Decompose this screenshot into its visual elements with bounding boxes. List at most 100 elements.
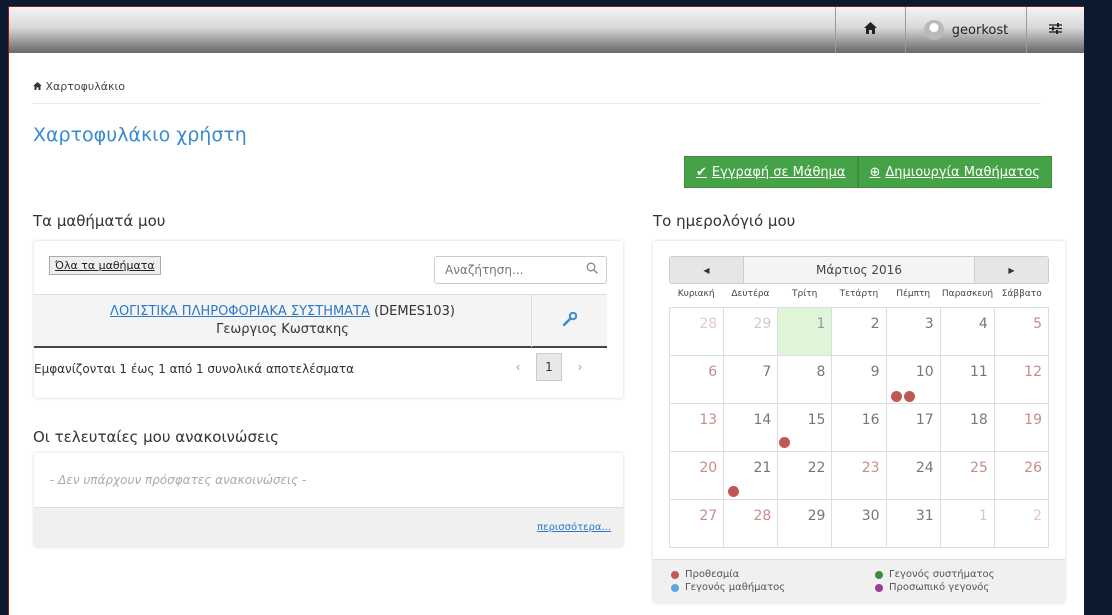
more-announcements-link[interactable]: περισσότερα... [537, 522, 611, 533]
calendar-week: 27 28 29 30 31 1 2 [670, 500, 1049, 548]
enroll-course-button[interactable]: ✔ Εγγραφή σε Μάθημα [684, 156, 858, 188]
calendar-day[interactable]: 31 [886, 500, 941, 548]
legend-personal-event-label: Προσωπικό γεγονός [889, 582, 990, 593]
home-icon [33, 80, 46, 93]
weekday-label: Κυριακή [677, 289, 715, 299]
weekday-label: Σάββατο [1001, 289, 1042, 299]
calendar-month: Μάρτιος 2016 [816, 263, 902, 277]
weekday-label: Τετάρτη [839, 289, 879, 299]
pager-page-1[interactable]: 1 [536, 353, 562, 381]
announcements-panel: - Δεν υπάρχουν πρόσφατες ανακοινώσεις - … [34, 453, 623, 547]
calendar-grid: Κυριακή Δευτέρα Τρίτη Τετάρτη Πέμπτη Παρ… [669, 289, 1049, 548]
calendar-day-today[interactable]: 1 [778, 308, 833, 356]
calendar-week: 28 29 1 2 3 4 5 [670, 308, 1049, 356]
course-settings-button[interactable] [531, 295, 607, 347]
calendar-day[interactable]: 8 [778, 356, 833, 404]
calendar-day[interactable]: 12 [994, 356, 1049, 404]
calendar-day[interactable]: 20 [670, 452, 725, 500]
all-courses-button[interactable]: Όλα τα μαθήματα [49, 256, 161, 275]
weekday-label: Πέμπτη [896, 289, 931, 299]
page-title: Χαρτοφυλάκιο χρήστη [33, 124, 247, 146]
pagination: ‹ 1 › [504, 353, 594, 381]
legend-deadline-label: Προθεσμία [685, 569, 740, 580]
caret-left-icon: ◀ [703, 265, 710, 275]
calendar-day[interactable]: 14 [724, 404, 779, 452]
breadcrumb-item-portfolio[interactable]: Χαρτοφυλάκιο [46, 80, 125, 93]
legend-deadline: Προθεσμία [671, 569, 739, 580]
top-navbar: georkost [9, 7, 1084, 53]
weekday-label: Δευτέρα [731, 289, 770, 299]
deadline-event-dot[interactable] [728, 486, 740, 497]
calendar-day-with-events[interactable]: 21 [724, 452, 779, 500]
calendar-day-number: 10 [915, 364, 934, 380]
deadline-event-dot[interactable] [779, 437, 791, 448]
calendar-day[interactable]: 2 [994, 500, 1049, 548]
plus-circle-icon: ⊕ [869, 164, 881, 180]
course-link[interactable]: ΛΟΓΙΣΤΙΚΑ ΠΛΗΡΟΦΟΡΙΑΚΑ ΣΥΣΤΗΜΑΤΑ [110, 304, 370, 319]
create-course-button[interactable]: ⊕ Δημιουργία Μαθήματος [857, 156, 1052, 188]
search-placeholder: Αναζήτηση... [445, 263, 524, 277]
pager-next[interactable]: › [566, 360, 594, 374]
calendar-day[interactable]: 18 [940, 404, 995, 452]
announcements-title: Οι τελευταίες μου ανακοινώσεις [33, 428, 279, 446]
calendar-week: 20 21 22 23 24 25 26 [670, 452, 1049, 500]
my-courses-title: Τα μαθήματά μου [33, 212, 166, 230]
calendar-day[interactable]: 24 [886, 452, 941, 500]
calendar-day-with-events[interactable]: 15 [778, 404, 833, 452]
calendar-day[interactable]: 11 [940, 356, 995, 404]
calendar-day-number: 15 [807, 412, 826, 428]
calendar-day[interactable]: 2 [832, 308, 887, 356]
calendar-next-button[interactable]: ▶ [974, 257, 1048, 283]
calendar-panel: ◀ Μάρτιος 2016 ▶ Κυριακή Δευτέρα Τρίτη Τ… [653, 241, 1065, 603]
settings-button[interactable] [1026, 7, 1084, 53]
calendar-day[interactable]: 28 [670, 308, 725, 356]
calendar-prev-button[interactable]: ◀ [670, 257, 744, 283]
deadline-event-dot[interactable] [903, 391, 915, 402]
calendar-day[interactable]: 26 [994, 452, 1049, 500]
main-content: Χαρτοφυλάκιο Χαρτοφυλάκιο χρήστη ✔ Εγγρα… [33, 53, 1065, 603]
calendar-day[interactable]: 16 [832, 404, 887, 452]
legend-system-event: Γεγονός συστήματος [875, 569, 995, 580]
enroll-course-label: Εγγραφή σε Μάθημα [711, 164, 846, 180]
calendar-day[interactable]: 29 [724, 308, 779, 356]
user-menu[interactable]: georkost [905, 7, 1026, 53]
announcements-footer: περισσότερα... [34, 507, 623, 547]
calendar-day[interactable]: 22 [778, 452, 833, 500]
table-row: ΛΟΓΙΣΤΙΚΑ ΠΛΗΡΟΦΟΡΙΑΚΑ ΣΥΣΤΗΜΑΤΑ (DEMES1… [34, 294, 607, 348]
calendar-day[interactable]: 6 [670, 356, 725, 404]
action-buttons: ✔ Εγγραφή σε Μάθημα ⊕ Δημιουργία Μαθήματ… [684, 156, 1052, 188]
calendar-day-with-events[interactable]: 10 [886, 356, 941, 404]
calendar-day[interactable]: 29 [778, 500, 833, 548]
my-calendar-title: Το ημερολόγιό μου [653, 212, 796, 230]
pager-prev[interactable]: ‹ [504, 360, 532, 374]
search-icon[interactable] [586, 262, 598, 278]
calendar-weeks: 28 29 1 2 3 4 5 6 7 8 9 10 11 12 13 14 1… [669, 307, 1049, 548]
calendar-nav: ◀ Μάρτιος 2016 ▶ [669, 256, 1049, 284]
calendar-day[interactable]: 17 [886, 404, 941, 452]
create-course-label: Δημιουργία Μαθήματος [885, 164, 1040, 180]
calendar-day[interactable]: 7 [724, 356, 779, 404]
calendar-day[interactable]: 4 [940, 308, 995, 356]
search-input[interactable]: Αναζήτηση... [434, 256, 607, 284]
personal-event-dot-icon [875, 583, 883, 592]
calendar-weekdays: Κυριακή Δευτέρα Τρίτη Τετάρτη Πέμπτη Παρ… [669, 289, 1049, 307]
calendar-day[interactable]: 27 [670, 500, 725, 548]
calendar-day[interactable]: 1 [940, 500, 995, 548]
system-event-dot-icon [875, 570, 883, 579]
calendar-day[interactable]: 25 [940, 452, 995, 500]
calendar-day[interactable]: 19 [994, 404, 1049, 452]
calendar-day[interactable]: 5 [994, 308, 1049, 356]
course-teacher: Γεωργιος Κωστακης [216, 322, 349, 337]
calendar-day[interactable]: 23 [832, 452, 887, 500]
calendar-day[interactable]: 3 [886, 308, 941, 356]
home-button[interactable] [835, 7, 905, 53]
calendar-day[interactable]: 30 [832, 500, 887, 548]
avatar [923, 20, 944, 40]
calendar-day[interactable]: 13 [670, 404, 725, 452]
course-cell: ΛΟΓΙΣΤΙΚΑ ΠΛΗΡΟΦΟΡΙΑΚΑ ΣΥΣΤΗΜΑΤΑ (DEMES1… [34, 303, 531, 339]
calendar-week: 6 7 8 9 10 11 12 [670, 356, 1049, 404]
deadline-event-dot[interactable] [890, 391, 902, 402]
calendar-day[interactable]: 28 [724, 500, 779, 548]
weekday-label: Παρασκευή [941, 289, 994, 299]
calendar-day[interactable]: 9 [832, 356, 887, 404]
